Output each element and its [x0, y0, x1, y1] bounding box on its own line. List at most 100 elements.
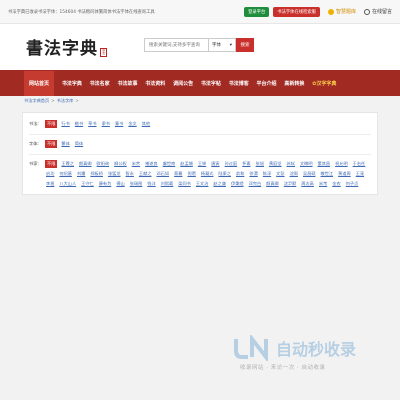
logo-text: 書法字典 — [26, 39, 98, 59]
font-search-button[interactable]: 书法字体在线检索服 — [273, 6, 320, 17]
author-option[interactable]: 董其昌 — [317, 160, 332, 168]
author-option[interactable]: 八大山人 — [58, 180, 77, 188]
author-option[interactable]: 褚遂良 — [144, 160, 159, 168]
author-option[interactable]: 黄庭坚 — [268, 160, 283, 168]
author-option[interactable]: 徐渭 — [248, 170, 258, 178]
breadcrumb-home[interactable]: 书法字典首页 — [24, 98, 49, 104]
style-option[interactable]: 行书 — [60, 120, 70, 128]
author-option[interactable]: 柳公权 — [113, 160, 128, 168]
author-option[interactable]: 伊秉绶 — [230, 180, 245, 188]
style-option[interactable]: 其他 — [141, 120, 151, 128]
author-option[interactable]: 陆柬之 — [217, 170, 232, 178]
author-option[interactable]: 欧阳询 — [96, 160, 111, 168]
author-option[interactable]: 张旭 — [255, 160, 265, 168]
author-option[interactable]: 李邕 — [45, 180, 55, 188]
author-option[interactable]: 钱沣 — [146, 180, 156, 188]
author-option[interactable]: 米芾 — [318, 180, 328, 188]
author-option[interactable]: 不限 — [45, 160, 58, 168]
author-option[interactable]: 邓完白 — [248, 180, 263, 188]
author-option[interactable]: 刘墉 — [76, 170, 86, 178]
author-option[interactable]: 金农 — [331, 180, 341, 188]
author-option[interactable]: 文徵明 — [299, 160, 314, 168]
author-option[interactable]: 张瑞图 — [129, 180, 144, 188]
author-option[interactable]: 康有为 — [98, 180, 113, 188]
author-option[interactable]: 王文治 — [195, 180, 210, 188]
script-option[interactable]: 简体 — [74, 140, 84, 148]
author-option[interactable]: 敬世江 — [320, 170, 335, 178]
author-option[interactable]: 米芾 — [131, 160, 141, 168]
style-option[interactable]: 篆书 — [114, 120, 124, 128]
message-label: 在线留言 — [371, 9, 392, 15]
author-option[interactable]: 于右任 — [352, 160, 367, 168]
author-option[interactable]: 沈周 — [289, 170, 299, 178]
nav-item-hanzi-label: 汉字字典 — [316, 80, 337, 87]
nav-item-masters[interactable]: 书法名家 — [90, 80, 110, 87]
author-option[interactable]: 怀素 — [241, 160, 251, 168]
nav-item-blog[interactable]: 书法博客 — [229, 80, 249, 87]
style-option[interactable]: 草书 — [87, 120, 97, 128]
author-option[interactable]: 傅山 — [115, 180, 125, 188]
author-option[interactable]: 俞和 — [235, 170, 245, 178]
author-option[interactable]: 王宠 — [355, 170, 365, 178]
author-option[interactable]: 文彭 — [275, 170, 285, 178]
nav-item-stories[interactable]: 书法故事 — [117, 80, 137, 87]
style-option[interactable]: 隶书 — [101, 120, 111, 128]
main-nav: 网站首页 书法字典 书法名家 书法故事 书法资料 调阅公告 书法字帖 书法博客 … — [0, 70, 400, 96]
author-option[interactable]: 祝允明 — [334, 160, 349, 168]
nav-item-notices[interactable]: 调阅公告 — [173, 80, 193, 87]
author-option[interactable]: 杨凝式 — [200, 170, 215, 178]
style-option[interactable]: 金文 — [127, 120, 137, 128]
filter-label-author: 书家: — [29, 161, 39, 166]
author-option[interactable]: 周志高 — [300, 180, 315, 188]
search-input[interactable] — [144, 38, 208, 52]
author-option[interactable]: 王守仁 — [80, 180, 95, 188]
author-option[interactable]: 梁同书 — [177, 180, 192, 188]
logo-seal: 书法 — [100, 48, 107, 57]
watermark-title: 自动秒收录 — [276, 340, 357, 359]
message-link[interactable]: 在线留言 — [363, 8, 392, 15]
author-option[interactable]: 启功 — [45, 170, 55, 178]
style-option[interactable]: 不限 — [45, 120, 58, 128]
style-option[interactable]: 楷书 — [74, 120, 84, 128]
author-option[interactable]: 孙过庭 — [224, 160, 239, 168]
author-option[interactable]: 智永 — [125, 170, 135, 178]
author-option[interactable]: 唐寅 — [210, 160, 220, 168]
author-option[interactable]: 刘熙载 — [160, 180, 175, 188]
search-button[interactable]: 搜索 — [236, 38, 254, 52]
script-option[interactable]: 繁体 — [60, 140, 70, 148]
author-option[interactable]: 邓石如 — [155, 170, 170, 178]
nav-item-resources[interactable]: 书法资料 — [145, 80, 165, 87]
author-option[interactable]: 何子贞 — [345, 180, 360, 188]
author-option[interactable]: 陈淳 — [262, 170, 272, 178]
author-option[interactable]: 郑板桥 — [89, 170, 104, 178]
author-option[interactable]: 吴昌硕 — [302, 170, 317, 178]
nav-item-about[interactable]: 平台介绍 — [257, 80, 277, 87]
author-option[interactable]: 王羲之 — [60, 160, 75, 168]
watermark-logo-icon — [234, 335, 268, 361]
login-platform-button[interactable]: 登录平台 — [244, 6, 270, 17]
author-option[interactable]: 王铎 — [197, 160, 207, 168]
breadcrumb-current[interactable]: 书法字库 — [57, 98, 74, 104]
author-option[interactable]: 颜真卿 — [78, 160, 93, 168]
author-option[interactable]: 赵之谦 — [212, 180, 227, 188]
nav-item-hanzi-dictionary[interactable]: ✿汉字字典 — [312, 80, 336, 87]
author-option[interactable]: 王献之 — [138, 170, 153, 178]
author-option[interactable]: 何绍基 — [58, 170, 73, 178]
author-option[interactable]: 赵孟頫 — [179, 160, 194, 168]
nav-item-home[interactable]: 网站首页 — [24, 70, 55, 96]
author-option[interactable]: 虞世南 — [162, 160, 177, 168]
author-option[interactable]: 张猛龙 — [107, 170, 122, 178]
author-option[interactable]: 黄道周 — [337, 170, 352, 178]
smart-quiz-link[interactable]: 智慧题库 — [327, 8, 356, 15]
nav-item-dictionary[interactable]: 书法字典 — [62, 80, 82, 87]
site-logo[interactable]: 書法字典 书法 — [26, 34, 107, 59]
nav-item-convert[interactable]: 高新转换 — [284, 80, 304, 87]
nav-item-copybooks[interactable]: 书法字帖 — [201, 80, 221, 87]
author-option[interactable]: 倪瓒 — [186, 170, 196, 178]
author-option[interactable]: 苏轼 — [286, 160, 296, 168]
author-option[interactable]: 颜真卿 — [265, 180, 280, 188]
author-option[interactable]: 沈尹默 — [283, 180, 298, 188]
script-option[interactable]: 不限 — [45, 140, 58, 148]
search-type-select[interactable]: 字体 ▾ — [208, 38, 236, 52]
author-option[interactable]: 蔡襄 — [173, 170, 183, 178]
